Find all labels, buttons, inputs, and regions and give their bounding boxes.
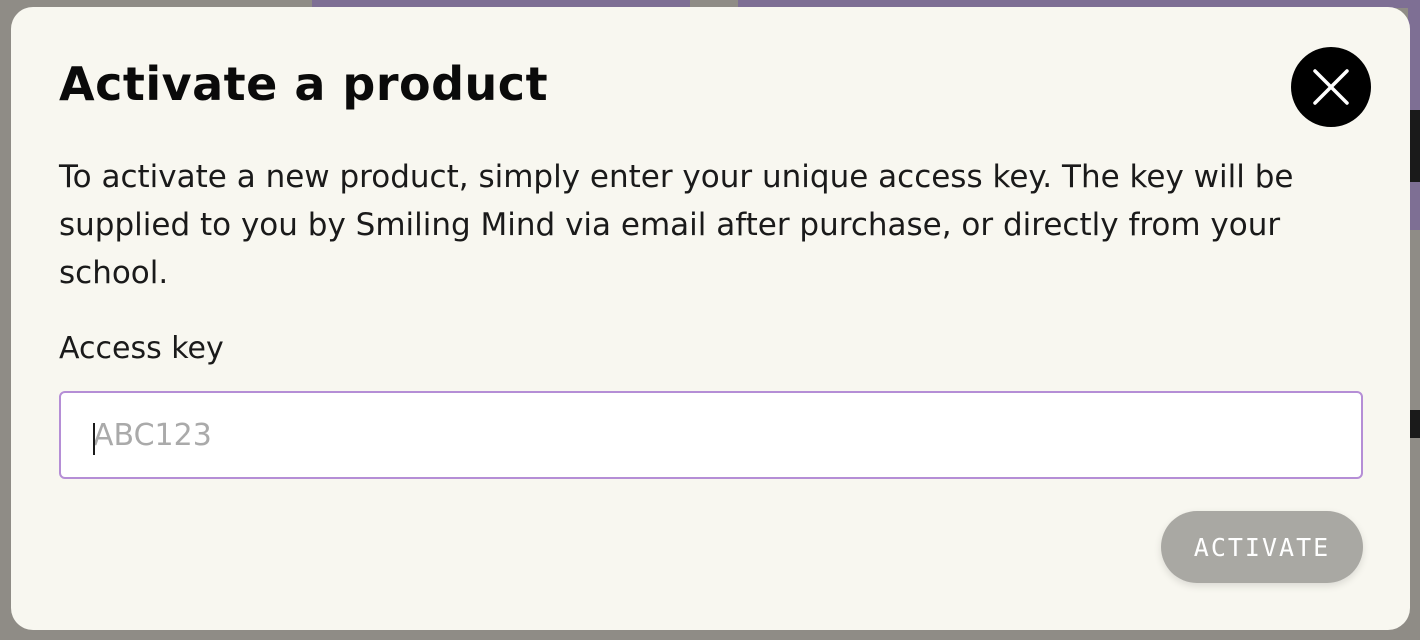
text-caret: [93, 423, 95, 455]
close-icon: [1291, 47, 1371, 127]
activate-product-dialog: Activate a product To activate a new pro…: [11, 7, 1410, 630]
activate-button[interactable]: ACTIVATE: [1161, 511, 1363, 583]
access-key-input[interactable]: [59, 391, 1363, 479]
dialog-title: Activate a product: [59, 57, 549, 111]
access-key-label: Access key: [59, 331, 224, 366]
dialog-description: To activate a new product, simply enter …: [59, 159, 1294, 291]
close-button[interactable]: [1291, 47, 1371, 127]
